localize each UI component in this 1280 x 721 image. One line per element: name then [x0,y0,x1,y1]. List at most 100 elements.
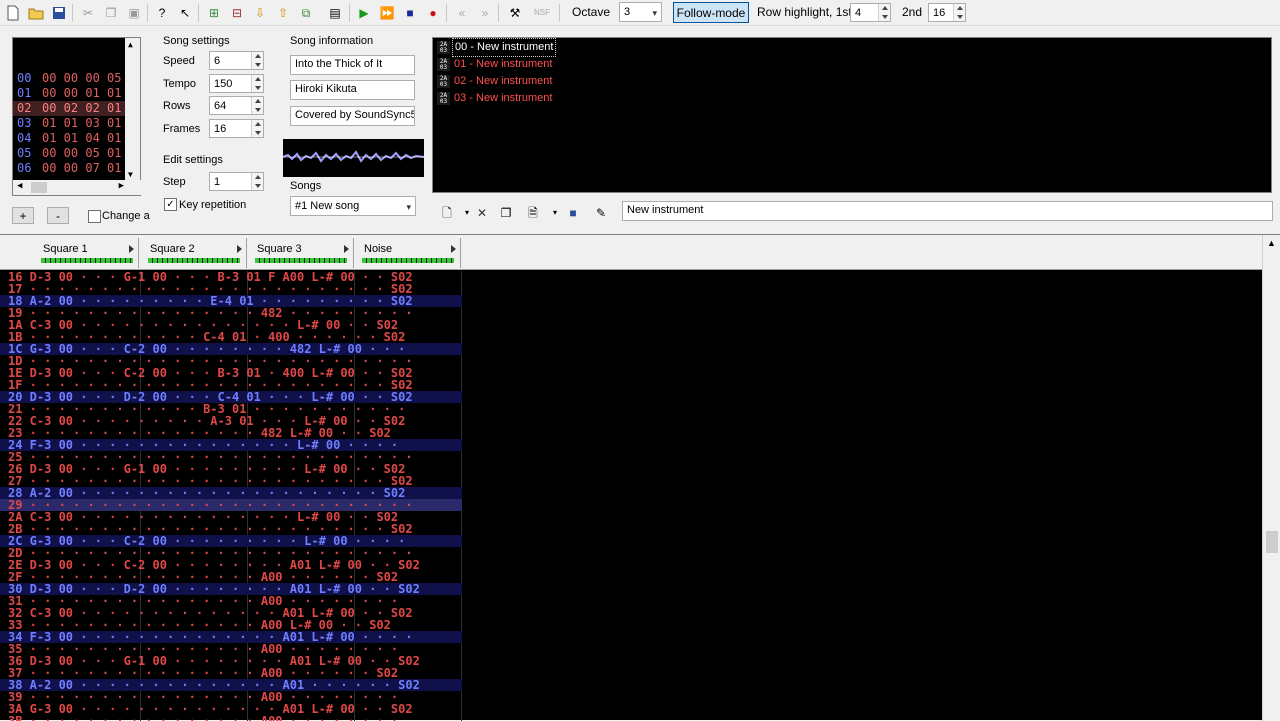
pattern-row[interactable]: 3B · · · · · · · · · · · · · · · · A00 ·… [0,715,462,721]
frame-number: 01 [17,86,32,100]
scroll-thumb[interactable] [31,182,47,193]
spin-arrows-icon[interactable] [878,4,890,21]
step-input[interactable]: 1 [209,172,264,191]
play-pattern-icon[interactable]: ⏩ [377,3,397,22]
song-title-input[interactable]: Into the Thick of It [290,55,415,75]
help-icon[interactable]: ? [152,3,172,22]
move-frame-up-icon[interactable]: ⇧ [273,3,293,22]
2a03-chip-icon: 2A 03 [437,41,450,54]
chevron-right-icon[interactable] [237,245,242,253]
duplicate-frame-icon[interactable]: ⧉ [296,3,316,22]
remove-frame-icon[interactable]: ⊟ [227,3,247,22]
scroll-thumb[interactable] [1266,531,1278,553]
follow-mode-button[interactable]: Follow-mode [673,2,749,23]
channel-header-square1[interactable]: Square 1 [35,238,139,268]
frame-row-cells[interactable]: 00 00 00 05 [42,71,121,86]
row-number: 3B · · · · · · · · · · · · · · · · A00 ·… [8,714,399,721]
next-song-icon[interactable]: » [475,3,495,22]
key-repetition-checkbox[interactable]: ✓ [164,198,177,211]
spin-arrows-icon[interactable] [251,75,263,92]
row-highlight-1st-input[interactable]: 4 [850,3,891,22]
insert-frame-icon[interactable]: ⊞ [204,3,224,22]
chevron-right-icon[interactable] [129,245,134,253]
chevron-down-icon: ▾ [652,8,657,18]
2a03-chip-icon: 2A 03 [437,92,450,105]
record-icon[interactable]: ● [423,3,443,22]
volume-meter [148,258,240,263]
clone-instrument-icon[interactable]: ❐ [496,203,516,222]
chevron-up-icon[interactable]: ▲ [1267,238,1276,248]
save-instrument-icon[interactable]: ■ [563,203,583,222]
speed-label: Speed [163,55,195,67]
oscilloscope [282,139,425,177]
remove-instrument-icon[interactable]: ✕ [472,203,492,222]
instrument-item[interactable]: 2A 03 01 - New instrument [437,56,554,73]
instrument-item[interactable]: 2A 03 03 - New instrument [437,90,554,107]
load-instrument-icon[interactable]: 🗎 [523,203,543,222]
previous-song-icon[interactable]: « [452,3,472,22]
frame-list[interactable]: 00 00 00 00 05 01 00 00 01 01 02 00 02 0… [12,37,142,196]
instrument-item[interactable]: 2A 03 02 - New instrument [437,73,554,90]
remove-frame-button[interactable]: - [47,207,69,224]
frame-row-cells[interactable]: 00 00 07 01 [42,161,121,176]
row-highlight-2nd-label: 2nd [902,5,923,19]
frame-number: 00 [17,71,32,85]
tempo-input[interactable]: 150 [209,74,264,93]
save-icon[interactable] [49,3,69,22]
copy-icon[interactable]: ❐ [101,3,121,22]
spin-arrows-icon[interactable] [251,120,263,137]
song-select[interactable]: #1 New song ▾ [290,196,416,216]
stop-icon[interactable]: ■ [400,3,420,22]
open-file-icon[interactable] [26,3,46,22]
pattern-editor[interactable]: Square 1 Square 2 Square 3 Noise 16 D-3 … [0,234,1280,721]
pattern-vscroll[interactable]: ▲ [1262,235,1280,721]
instrument-name-input[interactable]: New instrument [622,201,1273,221]
channel-header-square3[interactable]: Square 3 [249,238,354,268]
chevron-right-icon[interactable]: ▶ [119,181,124,191]
frame-row-cells[interactable]: 01 01 04 01 [42,131,121,146]
frame-row-cells[interactable]: 01 01 03 01 [42,116,121,131]
new-instrument-icon[interactable]: 🗋 [437,203,457,222]
song-copyright-input[interactable]: Covered by SoundSync5 [290,106,415,126]
instrument-list[interactable]: 2A 03 00 - New instrument 2A 03 01 - New ins… [432,37,1272,193]
spin-arrows-icon[interactable] [251,52,263,69]
frame-number: 02 [17,101,32,115]
change-all-checkbox[interactable] [88,210,101,223]
octave-label: Octave [572,5,611,19]
new-file-icon[interactable] [3,3,23,22]
frame-row-cells[interactable]: 00 02 02 01 [42,101,121,116]
move-frame-down-icon[interactable]: ⇩ [250,3,270,22]
edit-instrument-icon[interactable]: ✎ [591,203,611,222]
context-help-icon[interactable]: ↖ [175,3,195,22]
spin-arrows-icon[interactable] [953,4,965,21]
speed-input[interactable]: 6 [209,51,264,70]
paste-icon[interactable]: ▣ [124,3,144,22]
spin-arrows-icon[interactable] [251,173,263,190]
add-frame-button[interactable]: + [12,207,34,224]
chevron-up-icon[interactable]: ▲ [128,40,133,49]
cut-icon[interactable]: ✂ [78,3,98,22]
octave-select[interactable]: 3 ▾ [619,2,662,22]
rows-input[interactable]: 64 [209,96,264,115]
module-properties-icon[interactable]: ▤ [325,3,345,22]
song-artist-input[interactable]: Hiroki Kikuta [290,80,415,100]
frame-hscroll[interactable]: ◀ ▶ [13,180,142,195]
frame-row-cells[interactable]: 00 00 01 01 [42,86,121,101]
instrument-item[interactable]: 2A 03 00 - New instrument [437,38,557,57]
chevron-down-icon[interactable]: ▼ [128,170,133,179]
spin-arrows-icon[interactable] [251,97,263,114]
chevron-right-icon[interactable] [344,245,349,253]
chevron-down-icon[interactable]: ▾ [545,203,565,222]
channel-header-square2[interactable]: Square 2 [142,238,247,268]
play-icon[interactable]: ▶ [354,3,374,22]
nsf-icon[interactable]: NSF [532,3,552,22]
frames-input[interactable]: 16 [209,119,264,138]
chevron-left-icon[interactable]: ◀ [17,181,22,191]
pattern-rows[interactable]: 16 D-3 00 · · · G-1 00 · · · B-3 01 F A0… [0,271,1262,721]
settings-icon[interactable]: ⚒ [505,3,525,22]
frame-row-cells[interactable]: 00 00 05 01 [42,146,121,161]
channel-header-noise[interactable]: Noise [356,238,461,268]
frame-vscroll[interactable]: ▲ ▼ [125,38,140,181]
chevron-right-icon[interactable] [451,245,456,253]
row-highlight-2nd-input[interactable]: 16 [928,3,966,22]
